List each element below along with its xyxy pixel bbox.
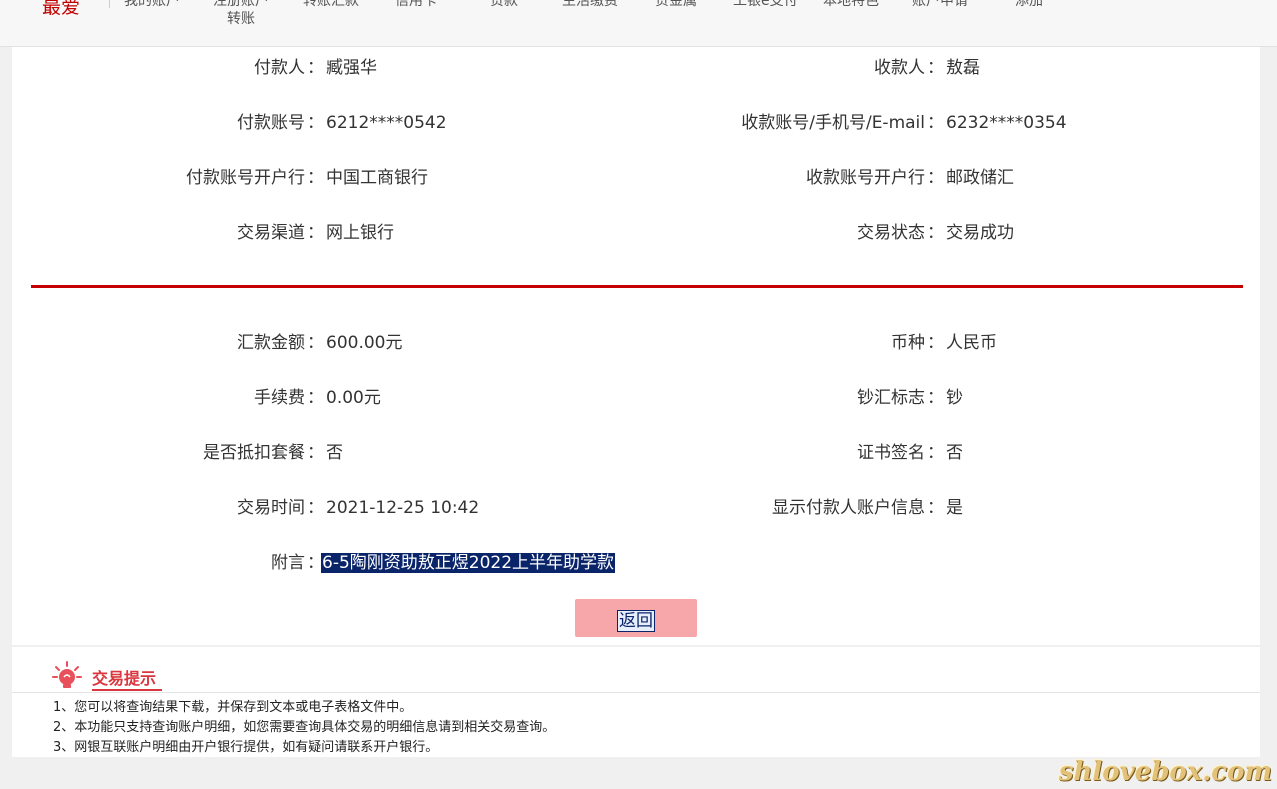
cert-label: 证书签名 — [857, 443, 925, 463]
nav-item-registered-transfer[interactable]: 注册账户 转账 — [213, 0, 269, 28]
amount-label: 汇款金额 — [237, 333, 305, 353]
colon: ： — [307, 113, 324, 133]
colon: ： — [927, 388, 944, 408]
nav-item-my-account[interactable]: 我的账户 — [124, 0, 180, 10]
payer-account-label: 付款账号 — [237, 113, 305, 133]
nav-brand[interactable]: 最爱 — [42, 0, 80, 19]
top-nav: 最爱 我的账户 注册账户 转账 转账汇款 信用卡 贷款 生活缴费 贵金属 工银e… — [0, 0, 1277, 47]
payee-account-value: 6232****0354 — [946, 113, 1067, 133]
payee-bank-value: 邮政储汇 — [946, 168, 1014, 188]
package-value: 否 — [326, 443, 343, 463]
colon: ： — [307, 333, 324, 353]
payer-account-value: 6212****0542 — [326, 113, 447, 133]
row-amount-currency: 汇款金额 ： 600.00元 币种 ： 人民币 — [12, 331, 1260, 355]
colon: ： — [307, 498, 324, 518]
colon: ： — [927, 498, 944, 518]
nav-item-remittance[interactable]: 转账汇款 — [303, 0, 359, 10]
row-channel-status: 交易渠道 ： 网上银行 交易状态 ： 交易成功 — [12, 221, 1260, 245]
watermark: shlovebox.com — [1058, 757, 1272, 787]
cert-value: 否 — [946, 443, 963, 463]
nav-item-epay[interactable]: 工银e支付 — [733, 0, 798, 10]
colon: ： — [927, 113, 944, 133]
transaction-detail-panel: 付款人 ： 臧强华 收款人 ： 敖磊 付款账号 ： 6212****0542 收… — [12, 47, 1260, 645]
currency-label: 币种 — [891, 333, 925, 353]
nav-item-loan[interactable]: 贷款 — [490, 0, 518, 10]
row-time-show-payer: 交易时间 ： 2021-12-25 10:42 显示付款人账户信息 ： 是 — [12, 496, 1260, 520]
row-fee-flag: 手续费 ： 0.00元 钞汇标志 ： 钞 — [12, 386, 1260, 410]
nav-item-precious-metal[interactable]: 贵金属 — [655, 0, 697, 10]
colon: ： — [927, 223, 944, 243]
cash-flag-label: 钞汇标志 — [857, 388, 925, 408]
payer-value: 臧强华 — [326, 58, 377, 78]
channel-value: 网上银行 — [326, 223, 394, 243]
memo-label: 附言 — [271, 553, 305, 573]
amount-value: 600.00元 — [326, 333, 403, 353]
show-payer-value: 是 — [946, 498, 963, 518]
section-divider — [31, 285, 1243, 288]
colon: ： — [927, 443, 944, 463]
tips-divider — [12, 692, 1260, 693]
package-label: 是否抵扣套餐 — [203, 443, 305, 463]
tips-list: 1、您可以将查询结果下载，并保存到文本或电子表格文件中。 2、本功能只支持查询账… — [53, 698, 555, 758]
nav-item-local[interactable]: 本地特色 — [823, 0, 879, 10]
fee-label: 手续费 — [254, 388, 305, 408]
memo-value: 6-5陶刚资助敖正煜2022上半年助学款 — [321, 553, 616, 573]
payee-label: 收款人 — [874, 58, 925, 78]
row-accounts: 付款账号 ： 6212****0542 收款账号/手机号/E-mail ： 62… — [12, 111, 1260, 135]
fee-value: 0.00元 — [326, 388, 381, 408]
nav-divider — [109, 0, 110, 8]
lightbulb-icon — [52, 661, 82, 688]
tips-item: 3、网银互联账户明细由开户银行提供，如有疑问请联系开户银行。 — [53, 740, 439, 755]
tips-item: 1、您可以将查询结果下载，并保存到文本或电子表格文件中。 — [53, 700, 413, 715]
back-button-label: 返回 — [617, 609, 655, 632]
nav-item-add[interactable]: 添加 — [1015, 0, 1043, 10]
nav-item-account-apply[interactable]: 账户申请 — [912, 0, 968, 10]
payee-value: 敖磊 — [946, 58, 980, 78]
status-label: 交易状态 — [857, 223, 925, 243]
colon: ： — [307, 388, 324, 408]
nav-item-bill-pay[interactable]: 生活缴费 — [562, 0, 618, 10]
payer-bank-label: 付款账号开户行 — [186, 168, 305, 188]
tips-title: 交易提示 — [92, 669, 157, 688]
row-payer: 付款人 ： 臧强华 收款人 ： 敖磊 — [12, 56, 1260, 80]
cash-flag-value: 钞 — [946, 388, 963, 408]
tips-title-underline — [92, 689, 162, 691]
colon: ： — [307, 223, 324, 243]
currency-value: 人民币 — [946, 333, 997, 353]
row-memo: 附言 ： 6-5陶刚资助敖正煜2022上半年助学款 — [12, 551, 1260, 575]
colon: ： — [927, 58, 944, 78]
transaction-tips: 交易提示 1、您可以将查询结果下载，并保存到文本或电子表格文件中。 2、本功能只… — [12, 647, 1260, 757]
colon: ： — [927, 168, 944, 188]
tips-item: 2、本功能只支持查询账户明细，如您需要查询具体交易的明细信息请到相关交易查询。 — [53, 720, 556, 735]
payee-account-label: 收款账号/手机号/E-mail — [741, 113, 925, 133]
time-label: 交易时间 — [237, 498, 305, 518]
payer-label: 付款人 — [254, 58, 305, 78]
payee-bank-label: 收款账号开户行 — [806, 168, 925, 188]
nav-item-credit-card[interactable]: 信用卡 — [395, 0, 437, 10]
row-package-cert: 是否抵扣套餐 ： 否 证书签名 ： 否 — [12, 441, 1260, 465]
colon: ： — [307, 443, 324, 463]
time-value: 2021-12-25 10:42 — [326, 498, 480, 518]
status-value: 交易成功 — [946, 223, 1014, 243]
payer-bank-value: 中国工商银行 — [326, 168, 428, 188]
channel-label: 交易渠道 — [237, 223, 305, 243]
colon: ： — [307, 58, 324, 78]
show-payer-label: 显示付款人账户信息 — [772, 498, 925, 518]
colon: ： — [307, 168, 324, 188]
back-button[interactable]: 返回 — [575, 599, 697, 637]
colon: ： — [927, 333, 944, 353]
row-banks: 付款账号开户行 ： 中国工商银行 收款账号开户行 ： 邮政储汇 — [12, 166, 1260, 190]
